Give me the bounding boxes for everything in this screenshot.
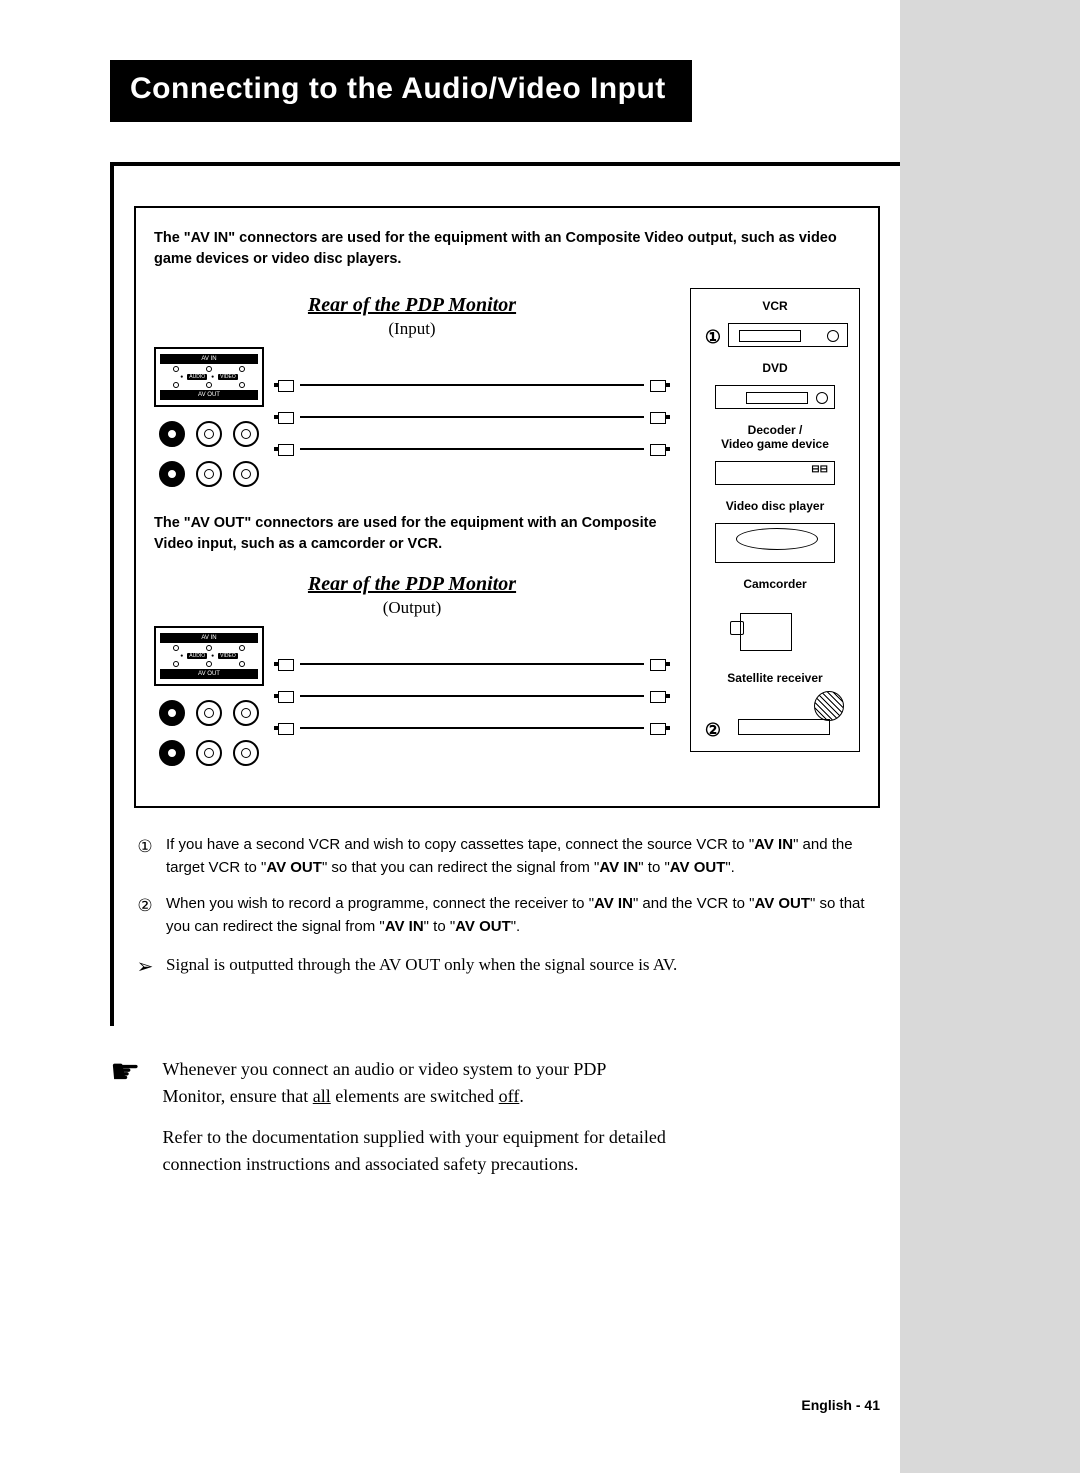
decoder-icon — [715, 461, 835, 485]
page-title: Connecting to the Audio/Video Input — [130, 72, 666, 106]
note-2: ② When you wish to record a programme, c… — [134, 893, 880, 938]
audio-label: AUDIO — [187, 653, 207, 659]
rca-jack-icon — [159, 700, 185, 726]
input-label: (Input) — [154, 319, 670, 339]
rca-jack-icon — [233, 700, 259, 726]
device-vcr-label: VCR — [762, 299, 787, 313]
av-out-description: The "AV OUT" connectors are used for the… — [154, 513, 670, 555]
rca-plug-icon — [644, 378, 670, 392]
camcorder-icon — [730, 601, 820, 657]
rca-jack-icon — [233, 421, 259, 447]
cable-stack-input — [274, 366, 670, 468]
rca-plug-icon — [274, 410, 300, 424]
rear-panel-input: AV IN ● AUDIO ● VIDEO AV OUT — [154, 347, 264, 487]
note-1: ① If you have a second VCR and wish to c… — [134, 834, 880, 879]
l-icon: ● — [180, 374, 183, 380]
dvd-icon — [715, 385, 835, 409]
rca-jack-icon — [159, 461, 185, 487]
rca-plug-icon — [274, 378, 300, 392]
note-3: ➢ Signal is outputted through the AV OUT… — [134, 952, 880, 982]
rear-title-input: Rear of the PDP Monitor — [154, 294, 670, 317]
rca-plug-icon — [644, 410, 670, 424]
panel-label-box: AV IN ● AUDIO ● VIDEO AV OUT — [154, 347, 264, 407]
rca-plug-icon — [644, 689, 670, 703]
vcr-icon — [728, 323, 848, 347]
rca-plug-icon — [274, 442, 300, 456]
rca-plug-icon — [644, 657, 670, 671]
notes-list: ① If you have a second VCR and wish to c… — [134, 834, 880, 982]
hand-icon: ☛ — [110, 1056, 140, 1090]
device-dvd-label: DVD — [762, 361, 787, 375]
note-2-text: When you wish to record a programme, con… — [166, 893, 880, 938]
r-icon: ● — [211, 653, 214, 659]
device-decoder-label: Decoder / Video game device — [721, 423, 829, 451]
rca-plug-icon — [274, 657, 300, 671]
rca-jack-icon — [233, 740, 259, 766]
inner-frame: The "AV IN" connectors are used for the … — [134, 206, 880, 808]
video-label: VIDEO — [218, 374, 238, 380]
satellite-icon — [728, 695, 848, 735]
rca-plug-icon — [274, 689, 300, 703]
rear-panel-output: AV IN ● AUDIO ● VIDEO AV OUT — [154, 626, 264, 766]
callout-2-marker: ② — [134, 893, 156, 938]
diagram-left-column: Rear of the PDP Monitor (Input) AV IN ● … — [154, 288, 670, 788]
av-out-label: AV OUT — [160, 390, 258, 400]
device-sat-label: Satellite receiver — [727, 671, 822, 685]
footer-text: Whenever you connect an audio or video s… — [162, 1056, 670, 1178]
page-gray-margin — [900, 0, 1080, 1473]
page-content: Connecting to the Audio/Video Input The … — [0, 0, 900, 1178]
arrow-icon: ➢ — [134, 952, 156, 982]
av-in-description: The "AV IN" connectors are used for the … — [154, 228, 860, 270]
callout-1-marker: ① — [134, 834, 156, 879]
callout-1-icon: ① — [702, 327, 724, 348]
video-label: VIDEO — [218, 653, 238, 659]
diagram-columns: Rear of the PDP Monitor (Input) AV IN ● … — [154, 288, 860, 788]
rca-plug-icon — [644, 721, 670, 735]
disc-player-icon — [715, 523, 835, 563]
device-list-column: VCR ① DVD Decoder / Video game device Vi… — [690, 288, 860, 788]
footer-note: ☛ Whenever you connect an audio or video… — [110, 1056, 670, 1178]
rca-jack-icon — [196, 421, 222, 447]
device-list: VCR ① DVD Decoder / Video game device Vi… — [690, 288, 860, 752]
rca-jack-icon — [233, 461, 259, 487]
note-1-text: If you have a second VCR and wish to cop… — [166, 834, 880, 879]
device-disc-label: Video disc player — [726, 499, 825, 513]
rca-plug-icon — [274, 721, 300, 735]
rca-jack-icon — [196, 700, 222, 726]
main-frame: The "AV IN" connectors are used for the … — [110, 162, 900, 1026]
rca-jack-icon — [196, 461, 222, 487]
device-cam-label: Camcorder — [743, 577, 806, 591]
page-title-box: Connecting to the Audio/Video Input — [110, 60, 692, 122]
callout-2-icon: ② — [702, 720, 724, 741]
av-out-label: AV OUT — [160, 669, 258, 679]
rca-plug-icon — [644, 442, 670, 456]
panel-label-box: AV IN ● AUDIO ● VIDEO AV OUT — [154, 626, 264, 686]
output-label: (Output) — [154, 598, 670, 618]
page-number: English - 41 — [801, 1397, 880, 1413]
rca-jack-icon — [196, 740, 222, 766]
cable-stack-output — [274, 645, 670, 747]
rca-jack-icon — [159, 740, 185, 766]
rear-title-output: Rear of the PDP Monitor — [154, 573, 670, 596]
av-in-label: AV IN — [160, 354, 258, 364]
av-in-label: AV IN — [160, 633, 258, 643]
input-diagram: AV IN ● AUDIO ● VIDEO AV OUT — [154, 347, 670, 487]
r-icon: ● — [211, 374, 214, 380]
rca-jack-icon — [159, 421, 185, 447]
note-3-text: Signal is outputted through the AV OUT o… — [166, 952, 677, 982]
output-diagram: AV IN ● AUDIO ● VIDEO AV OUT — [154, 626, 670, 766]
audio-label: AUDIO — [187, 374, 207, 380]
l-icon: ● — [180, 653, 183, 659]
